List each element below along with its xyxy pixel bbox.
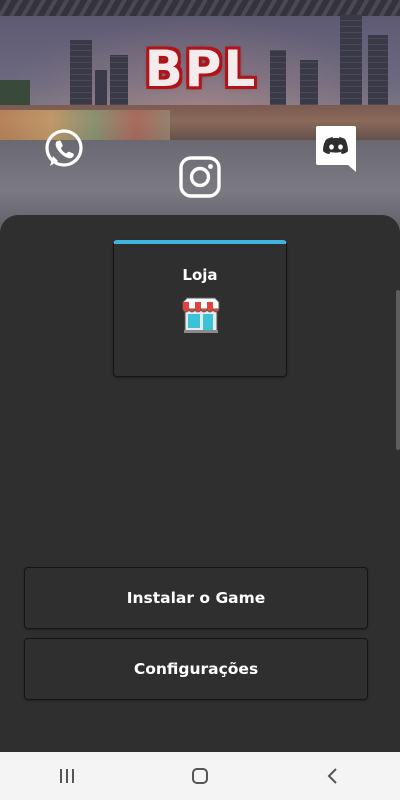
instagram-icon[interactable] bbox=[178, 155, 222, 199]
building bbox=[300, 60, 318, 110]
recent-apps-icon[interactable] bbox=[37, 752, 97, 800]
discord-icon[interactable] bbox=[314, 124, 358, 172]
building bbox=[368, 35, 388, 110]
back-icon[interactable] bbox=[303, 752, 363, 800]
home-icon[interactable] bbox=[170, 752, 230, 800]
building bbox=[270, 50, 286, 110]
system-navbar bbox=[0, 752, 400, 800]
header-background: BPL bbox=[0, 0, 400, 240]
scrollbar[interactable] bbox=[396, 290, 400, 450]
whatsapp-icon[interactable] bbox=[42, 127, 86, 171]
header-stripe bbox=[0, 0, 400, 16]
building bbox=[95, 70, 107, 110]
building bbox=[70, 40, 92, 110]
app-logo: BPL bbox=[144, 40, 258, 98]
store-icon bbox=[181, 296, 221, 334]
install-game-button[interactable]: Instalar o Game bbox=[24, 567, 368, 629]
shop-card[interactable]: Loja bbox=[113, 240, 287, 377]
settings-button[interactable]: Configurações bbox=[24, 638, 368, 700]
building bbox=[110, 55, 128, 110]
shop-card-title: Loja bbox=[182, 266, 218, 284]
building bbox=[340, 15, 362, 110]
